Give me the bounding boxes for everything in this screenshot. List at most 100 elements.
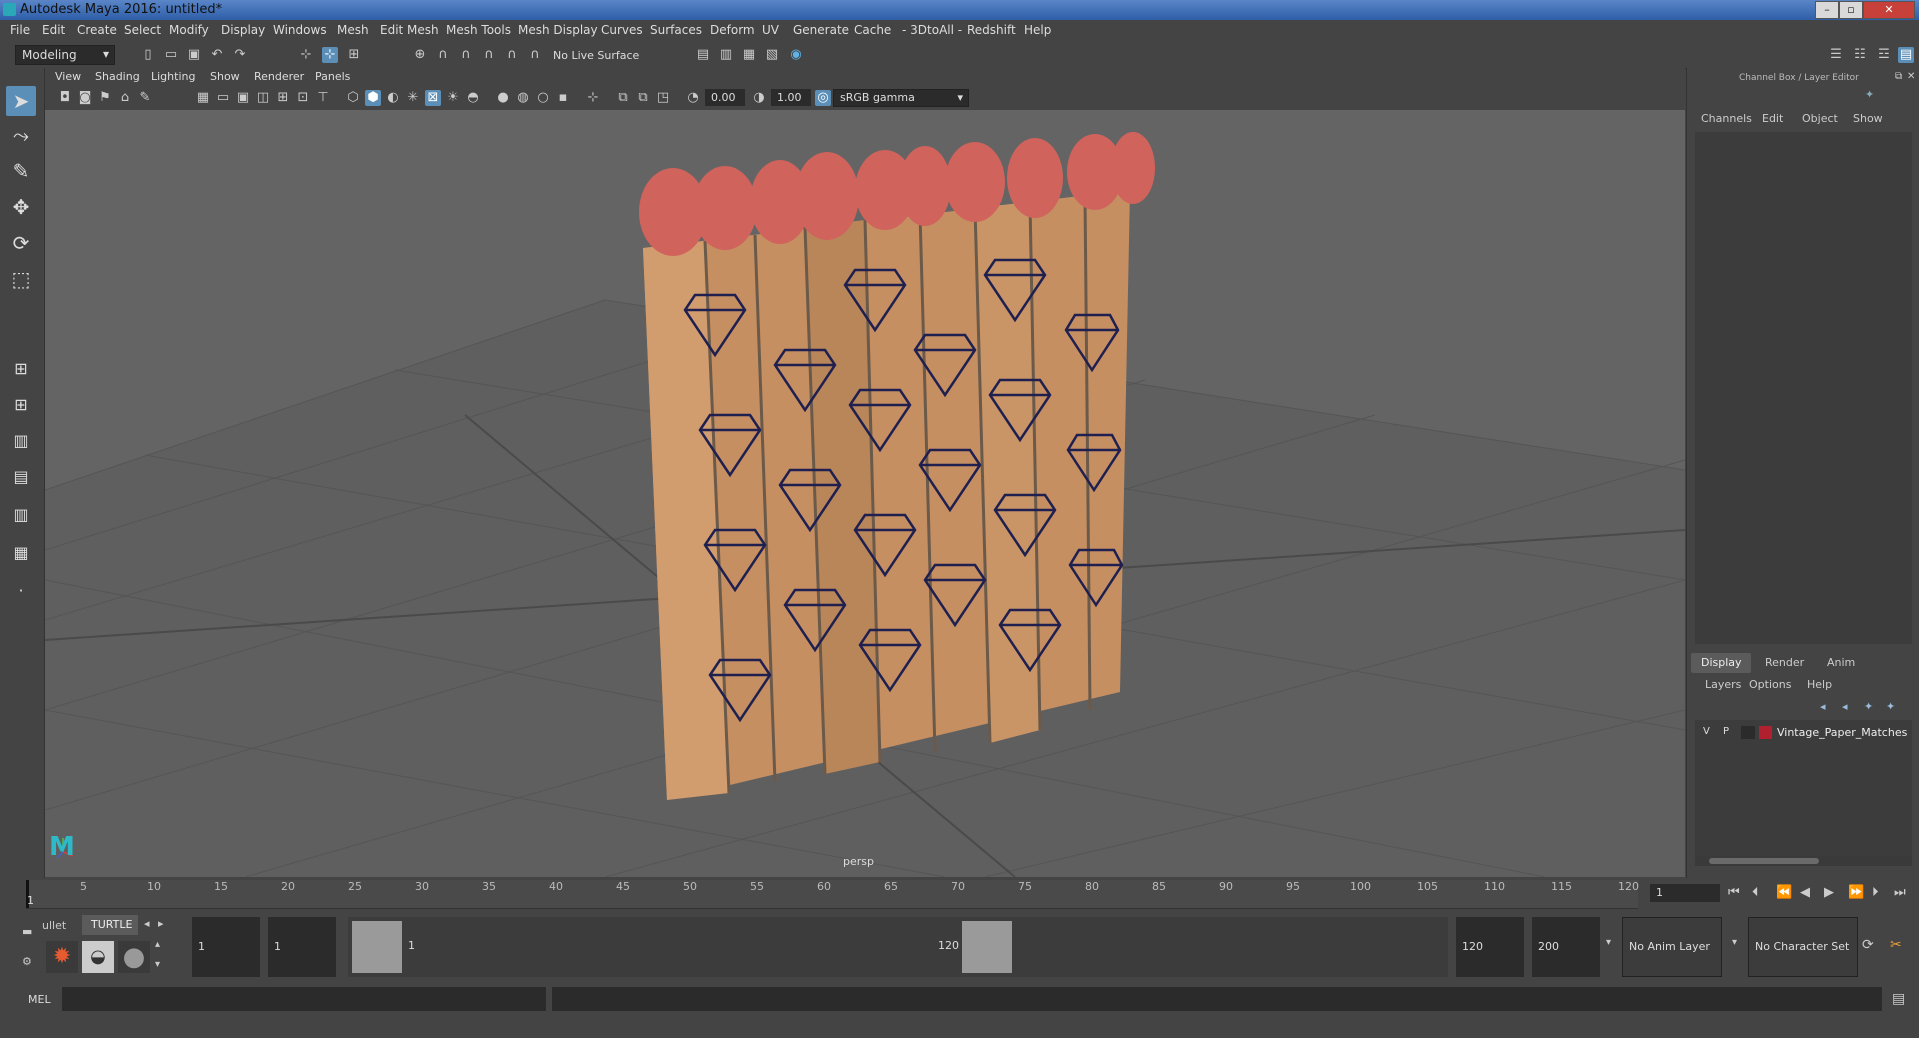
playback-start-field[interactable]: 1	[268, 917, 336, 977]
layers-menu[interactable]: Layers	[1705, 678, 1741, 691]
panel-menu-shading[interactable]: Shading	[95, 70, 140, 83]
snap-surface-icon[interactable]: ∩	[504, 47, 520, 63]
menu-uv[interactable]: UV	[762, 23, 779, 37]
turtle-surface-icon[interactable]: ●	[118, 941, 150, 973]
paint-select-icon[interactable]: ✎	[6, 156, 36, 186]
range-start-handle[interactable]	[352, 921, 402, 973]
camera-attributes-icon[interactable]: ◙	[77, 90, 93, 106]
range-end-handle[interactable]	[962, 921, 1012, 973]
step-back-key-icon[interactable]: ⏪	[1776, 885, 1792, 900]
wireframe-on-shaded-icon[interactable]: ◐	[385, 90, 401, 106]
grid-toggle-icon[interactable]: ▦	[195, 90, 211, 106]
layer-playback-toggle[interactable]: P	[1723, 726, 1729, 737]
hypershade-icon[interactable]: ◉	[788, 47, 804, 63]
menu-generate[interactable]: Generate	[793, 23, 849, 37]
script-layout-icon[interactable]: ▦	[6, 538, 36, 568]
shelf-tab-bullet[interactable]: ullet	[42, 919, 66, 932]
safe-title-icon[interactable]: ⊤	[315, 90, 331, 106]
viewport-persp[interactable]: M persp	[45, 110, 1685, 877]
open-scene-icon[interactable]: ▭	[163, 47, 179, 63]
step-forward-key-icon[interactable]: ⏩	[1848, 885, 1864, 900]
tab-render[interactable]: Render	[1765, 656, 1804, 669]
snap-point-icon[interactable]: ∩	[458, 47, 474, 63]
single-perspective-layout-icon[interactable]: ⊞	[6, 354, 36, 384]
move-layer-up-icon[interactable]: ◂	[1820, 700, 1826, 713]
isolate-select-icon[interactable]: ⊹	[585, 90, 601, 106]
shelf-scroll-down-icon[interactable]: ▾	[155, 959, 160, 970]
shelf-settings-icon[interactable]: ⚙	[22, 955, 32, 968]
play-forwards-icon[interactable]: ▶	[1824, 885, 1834, 900]
time-slider-track[interactable]: 1 5 10 15 20 25 30 35 40 45 50 55 60 65 …	[26, 880, 1639, 909]
tab-anim[interactable]: Anim	[1827, 656, 1855, 669]
panel-menu-lighting[interactable]: Lighting	[151, 70, 195, 83]
time-slider[interactable]: 1 5 10 15 20 25 30 35 40 45 50 55 60 65 …	[0, 878, 1919, 913]
minimize-button[interactable]: –	[1815, 1, 1839, 19]
command-language-label[interactable]: MEL	[28, 993, 51, 1006]
menu-select[interactable]: Select	[124, 23, 161, 37]
snap-view-icon[interactable]: ∩	[481, 47, 497, 63]
menu-3dtoall[interactable]: - 3DtoAll -	[902, 23, 962, 37]
step-back-frame-icon[interactable]: ⏴	[1752, 885, 1759, 900]
menu-mesh[interactable]: Mesh	[337, 23, 369, 37]
gate-mask-icon[interactable]: ◫	[255, 90, 271, 106]
turtle-render-icon[interactable]: ✹	[46, 941, 78, 973]
render-frame-icon[interactable]: ▥	[718, 47, 734, 63]
exposure-field[interactable]: 0.00	[705, 89, 745, 106]
shelf-scroll-up-icon[interactable]: ▴	[155, 939, 160, 950]
menu-curves[interactable]: Curves	[601, 23, 643, 37]
hypershade-layout-icon[interactable]: ▥	[6, 500, 36, 530]
panel-menu-show[interactable]: Show	[210, 70, 240, 83]
menu-edit[interactable]: Edit	[42, 23, 65, 37]
close-panel-icon[interactable]: ✕	[1907, 71, 1915, 82]
animation-end-field[interactable]: 200	[1532, 917, 1600, 977]
four-view-layout-icon[interactable]: ⊞	[6, 390, 36, 420]
modeling-toolkit-icon[interactable]: ☰	[1828, 47, 1844, 63]
layer-visibility-toggle[interactable]: V	[1703, 726, 1710, 737]
menu-edit-mesh[interactable]: Edit Mesh	[380, 23, 439, 37]
animation-start-field[interactable]: 1	[192, 917, 260, 977]
select-object-icon[interactable]: ⊹	[322, 47, 338, 63]
layer-reference-toggle[interactable]	[1741, 726, 1755, 739]
bookmark-icon[interactable]: ⚑	[97, 90, 113, 106]
show-menu[interactable]: Show	[1853, 112, 1883, 125]
use-all-lights-icon[interactable]: ☀	[445, 90, 461, 106]
scale-tool-icon[interactable]: ⬚	[6, 264, 36, 294]
menu-create[interactable]: Create	[77, 23, 117, 37]
depth-of-field-icon[interactable]: ▪	[555, 90, 571, 106]
pin-icon[interactable]: ✦	[1865, 88, 1874, 101]
select-tool-icon[interactable]: ➤	[6, 86, 36, 116]
persp-outliner-layout-icon[interactable]: ▥	[6, 426, 36, 456]
command-input[interactable]	[62, 987, 546, 1011]
menu-windows[interactable]: Windows	[273, 23, 327, 37]
panel-menu-renderer[interactable]: Renderer	[254, 70, 304, 83]
lasso-tool-icon[interactable]: ⤳	[6, 120, 36, 150]
screen-space-ao-icon[interactable]: ●	[495, 90, 511, 106]
exposure-icon[interactable]: ◔	[685, 90, 701, 106]
layer-row[interactable]: V P Vintage_Paper_Matches	[1695, 724, 1912, 742]
select-component-icon[interactable]: ⊞	[346, 47, 362, 63]
channel-box-list[interactable]	[1695, 132, 1912, 644]
safe-action-icon[interactable]: ⊡	[295, 90, 311, 106]
chevron-down-icon[interactable]: ▾	[1606, 937, 1611, 948]
graph-layout-icon[interactable]: ▤	[6, 462, 36, 492]
new-scene-icon[interactable]: ▯	[140, 47, 156, 63]
menu-display[interactable]: Display	[221, 23, 265, 37]
default-material-icon[interactable]: ✳	[405, 90, 421, 106]
object-menu[interactable]: Object	[1802, 112, 1838, 125]
panel-menu-panels[interactable]: Panels	[315, 70, 350, 83]
view-transform-dropdown[interactable]: sRGB gamma ▾	[833, 89, 969, 107]
field-chart-icon[interactable]: ⊞	[275, 90, 291, 106]
menu-redshift[interactable]: Redshift	[967, 23, 1016, 37]
new-layer-selected-icon[interactable]: ✦	[1886, 700, 1895, 713]
character-set-dropdown[interactable]: No Character Set	[1748, 917, 1858, 977]
film-gate-icon[interactable]: ▭	[215, 90, 231, 106]
layer-scrollbar[interactable]	[1695, 856, 1912, 866]
playback-end-field[interactable]: 120	[1456, 917, 1524, 977]
image-plane-icon[interactable]: ⌂	[117, 90, 133, 106]
menu-deform[interactable]: Deform	[710, 23, 755, 37]
color-management-icon[interactable]: ◎	[815, 90, 831, 106]
chevron-down-icon[interactable]: ▾	[1732, 937, 1737, 948]
gamma-field[interactable]: 1.00	[771, 89, 811, 106]
float-panel-icon[interactable]: ⧉	[1895, 71, 1902, 82]
snap-grid-icon[interactable]: ⊕	[412, 47, 428, 63]
